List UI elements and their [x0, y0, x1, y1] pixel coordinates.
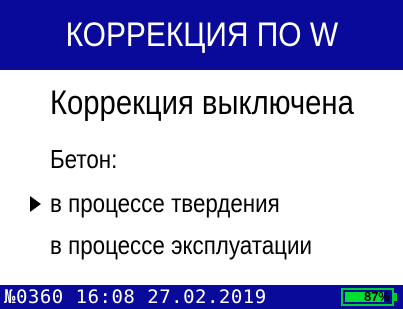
header-bar: КОРРЕКЦИЯ ПО W — [0, 0, 403, 70]
section-label-concrete: Бетон: — [50, 144, 118, 174]
battery-icon: 87% — [341, 288, 394, 306]
device-info-text: №0360 16:08 27.02.2019 — [4, 286, 267, 308]
option-operation[interactable]: в процессе эксплуатации — [50, 230, 312, 261]
page-title: КОРРЕКЦИЯ ПО W — [65, 15, 338, 54]
device-screen: КОРРЕКЦИЯ ПО W Коррекция выключена Бетон… — [0, 0, 403, 309]
correction-status: Коррекция выключена — [50, 84, 354, 122]
selector-arrow-icon — [30, 196, 41, 212]
option-hardening[interactable]: в процессе твердения — [50, 188, 280, 219]
status-bar: №0360 16:08 27.02.2019 87% — [0, 285, 403, 309]
battery-tip — [394, 293, 397, 301]
battery-percentage: 87% — [363, 289, 390, 304]
